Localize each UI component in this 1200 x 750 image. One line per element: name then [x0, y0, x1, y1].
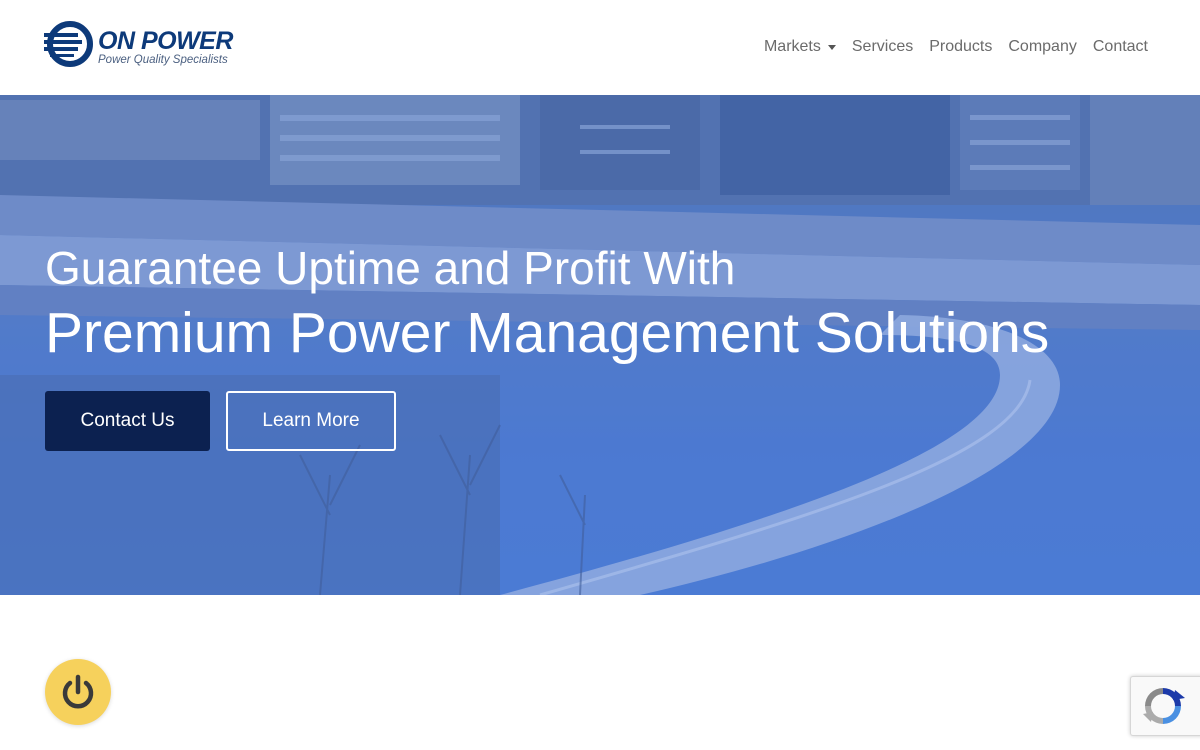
hero-heading-line2: Premium Power Management Solutions: [45, 301, 1050, 365]
nav-item-label: Company: [1008, 38, 1077, 55]
nav-item-label: Markets: [763, 38, 821, 55]
brand-name: ON POWER: [98, 27, 233, 55]
contact-us-button[interactable]: Contact Us: [45, 391, 210, 451]
brand-tagline: Power Quality Specialists: [98, 54, 228, 66]
logo-mark-icon: [44, 21, 93, 67]
nav-item-label: Products: [929, 38, 993, 55]
nav-item-contact[interactable]: Contact: [1085, 36, 1156, 58]
power-icon: [62, 674, 94, 709]
chevron-down-icon: [827, 44, 836, 50]
recaptcha-icon: [1143, 688, 1185, 724]
nav-item-markets[interactable]: Markets: [756, 36, 844, 58]
logo[interactable]: ON POWER Power Quality Specialists: [44, 20, 234, 70]
hero-section: Guarantee Uptime and Profit With Premium…: [0, 95, 1200, 595]
learn-more-button[interactable]: Learn More: [226, 391, 396, 451]
nav-item-company[interactable]: Company: [1000, 36, 1084, 58]
site-header: ON POWER Power Quality Specialists Marke…: [0, 0, 1200, 95]
hero-heading-line1: Guarantee Uptime and Profit With: [45, 242, 736, 294]
nav-item-products[interactable]: Products: [921, 36, 1000, 58]
nav-item-services[interactable]: Services: [844, 36, 921, 58]
power-fab-button[interactable]: [45, 659, 111, 725]
nav-item-label: Contact: [1092, 38, 1148, 55]
nav-item-label: Services: [851, 38, 914, 55]
main-nav: Markets Services Products Company Contac…: [756, 36, 1156, 58]
recaptcha-badge[interactable]: [1130, 676, 1200, 736]
